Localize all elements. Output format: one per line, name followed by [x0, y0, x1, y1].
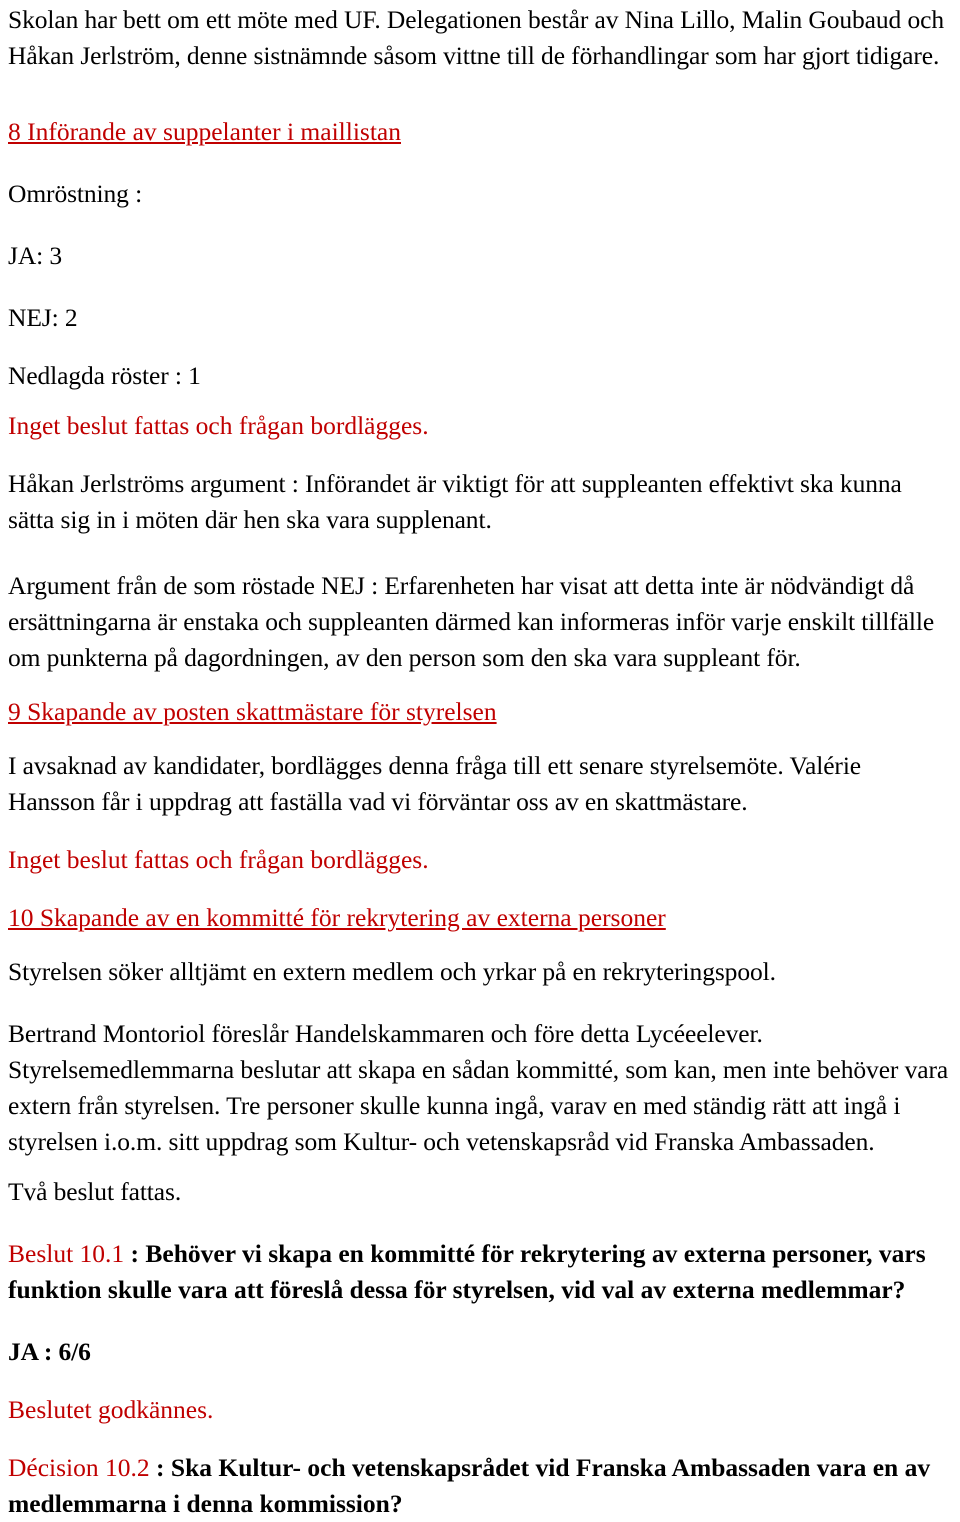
section-10-body-1: Styrelsen söker alltjämt en extern medle… [8, 957, 776, 986]
section-9-outcome: Inget beslut fattas och frågan bordlägge… [8, 845, 429, 874]
section-8-argument-for: Håkan Jerlströms argument : Införandet ä… [8, 469, 902, 534]
document-content: Skolan har bett om ett möte med UF. Dele… [8, 2, 952, 1522]
decision-10-1-label: Beslut 10.1 [8, 1239, 125, 1268]
section-8-abstain-count: Nedlagda röster : 1 [8, 361, 201, 390]
section-8-argument-against: Argument från de som röstade NEJ : Erfar… [8, 571, 935, 672]
document-page: Skolan har bett om ett möte med UF. Dele… [0, 0, 960, 1518]
section-10-heading[interactable]: 10 Skapande av en kommitté för rekryteri… [8, 900, 666, 936]
decision-10-1: Beslut 10.1 : Behöver vi skapa en kommit… [8, 1236, 952, 1308]
section-8-heading[interactable]: 8 Införande av suppelanter i maillistan [8, 114, 401, 150]
decision-10-2: Décision 10.2 : Ska Kultur- och vetenska… [8, 1450, 952, 1522]
section-8-heading-wrap: 8 Införande av suppelanter i maillistan [8, 114, 952, 150]
decision-10-1-vote: JA : 6/6 [8, 1337, 91, 1366]
decision-10-1-outcome: Beslutet godkännes. [8, 1395, 214, 1424]
decision-10-2-separator: : [149, 1453, 171, 1482]
section-10-heading-wrap: 10 Skapande av en kommitté för rekryteri… [8, 900, 952, 936]
section-9-heading[interactable]: 9 Skapande av posten skattmästare för st… [8, 694, 497, 730]
intro-paragraph: Skolan har bett om ett möte med UF. Dele… [8, 5, 944, 70]
section-9-body: I avsaknad av kandidater, bordlägges den… [8, 751, 862, 816]
decision-10-1-question: Behöver vi skapa en kommitté för rekryte… [8, 1239, 926, 1304]
section-8-no-count: NEJ: 2 [8, 303, 78, 332]
section-10-body-2: Bertrand Montoriol föreslår Handelskamma… [8, 1019, 949, 1156]
section-9-heading-wrap: 9 Skapande av posten skattmästare för st… [8, 694, 952, 730]
section-8-vote-label: Omröstning : [8, 179, 143, 208]
section-8-outcome: Inget beslut fattas och frågan bordlägge… [8, 411, 429, 440]
section-10-body-3: Två beslut fattas. [8, 1177, 182, 1206]
section-8-yes-count: JA: 3 [8, 241, 63, 270]
decision-10-2-label: Décision 10.2 [8, 1453, 150, 1482]
decision-10-1-separator: : [124, 1239, 146, 1268]
